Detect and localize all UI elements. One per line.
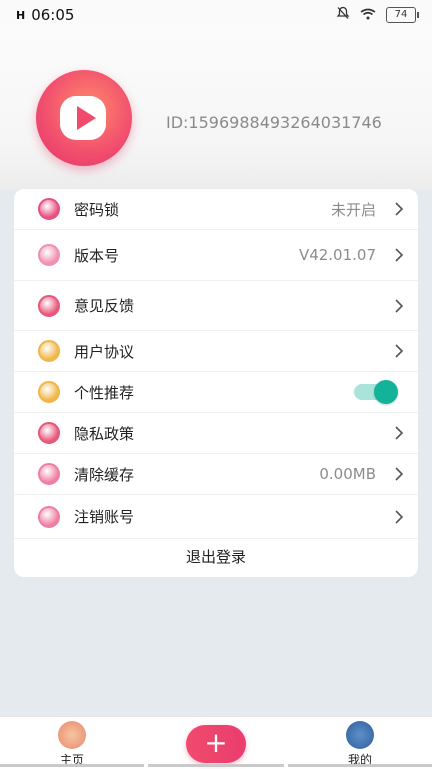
tab-mine[interactable]: 我的 <box>330 721 390 768</box>
calendar-icon <box>38 244 60 266</box>
setting-label: 密码锁 <box>74 200 120 219</box>
bottom-tab-bar: 主页 + 我的 <box>0 716 432 769</box>
add-button[interactable]: + <box>186 725 246 763</box>
gesture-bar <box>0 764 144 767</box>
setting-value: V42.01.07 <box>298 246 376 264</box>
profile-icon <box>346 721 374 749</box>
setting-label: 清除缓存 <box>74 465 135 484</box>
lock-icon <box>38 198 60 220</box>
setting-row-clear-cache[interactable]: 清除缓存 0.00MB <box>14 454 418 495</box>
wifi-icon <box>360 6 376 24</box>
setting-label: 隐私政策 <box>74 424 135 443</box>
profile-header: ID:1596988493264031746 <box>0 30 432 190</box>
chevron-right-icon <box>395 202 404 216</box>
setting-label: 用户协议 <box>74 342 135 361</box>
chevron-right-icon <box>395 298 404 313</box>
setting-row-user-agreement[interactable]: 用户协议 <box>14 331 418 372</box>
setting-row-personalized-recommendation: 个性推荐 <box>14 372 418 413</box>
chevron-right-icon <box>395 509 404 524</box>
logout-button[interactable]: 退出登录 <box>14 539 418 577</box>
status-bar: H 06:05 74 <box>0 0 432 30</box>
setting-row-feedback[interactable]: 意见反馈 <box>14 281 418 331</box>
tab-home[interactable]: 主页 <box>42 721 102 768</box>
setting-label: 意见反馈 <box>74 297 135 315</box>
person-icon <box>38 505 60 528</box>
signal-icon: H <box>16 8 26 22</box>
setting-row-password-lock[interactable]: 密码锁 未开启 <box>14 189 418 230</box>
status-time: 06:05 <box>31 6 75 24</box>
setting-label: 注销账号 <box>74 508 135 526</box>
setting-label: 个性推荐 <box>74 383 135 402</box>
gesture-bar <box>288 764 432 767</box>
toggle-knob <box>374 380 398 404</box>
broom-icon <box>38 463 60 485</box>
user-id: ID:1596988493264031746 <box>166 113 382 132</box>
feedback-icon <box>38 422 60 444</box>
setting-row-delete-account[interactable]: 注销账号 <box>14 495 418 539</box>
chevron-right-icon <box>395 426 404 440</box>
setting-value: 未开启 <box>330 200 376 219</box>
padlock-icon <box>38 381 60 403</box>
home-icon <box>58 721 86 749</box>
feedback-icon <box>38 294 60 317</box>
battery-icon: 74 <box>386 7 419 23</box>
recommendation-toggle[interactable] <box>354 380 398 404</box>
setting-row-version[interactable]: 版本号 V42.01.07 <box>14 230 418 281</box>
play-icon <box>60 96 106 140</box>
padlock-icon <box>38 340 60 362</box>
setting-label: 版本号 <box>74 246 120 265</box>
setting-value: 0.00MB <box>319 465 376 483</box>
chevron-right-icon <box>395 344 404 358</box>
chevron-right-icon <box>395 467 404 481</box>
mute-bell-icon <box>336 6 350 24</box>
settings-card: 密码锁 未开启 版本号 V42.01.07 意见反馈 用户协议 个性推荐 隐私政… <box>14 189 418 577</box>
setting-row-privacy-policy[interactable]: 隐私政策 <box>14 413 418 454</box>
chevron-right-icon <box>395 248 404 262</box>
gesture-bar <box>148 764 284 767</box>
app-logo <box>36 70 132 166</box>
